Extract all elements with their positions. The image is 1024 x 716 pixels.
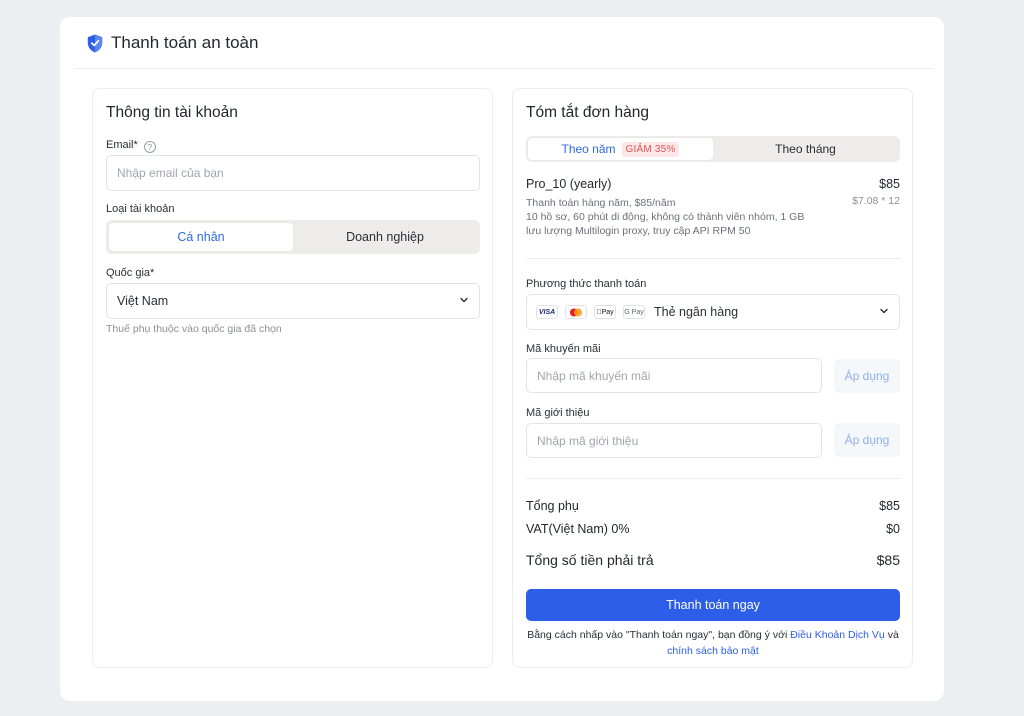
email-label-text: Email* xyxy=(106,139,138,151)
account-type-business[interactable]: Doanh nghiệp xyxy=(293,223,477,251)
terms-prefix: Bằng cách nhấp vào "Thanh toán ngay", bạ… xyxy=(527,629,791,641)
terms-notice: Bằng cách nhấp vào "Thanh toán ngay", bạ… xyxy=(526,627,900,659)
apply-promo-button[interactable]: Áp dụng xyxy=(834,359,900,393)
plan-desc-line: lưu lượng Multilogin proxy, truy cập API… xyxy=(526,225,751,237)
mastercard-icon xyxy=(565,305,587,319)
apply-referral-button[interactable]: Áp dụng xyxy=(834,423,900,457)
plan-monthly-breakdown: $7.08 * 12 xyxy=(852,195,900,207)
vat-value: $0 xyxy=(886,522,900,536)
country-note: Thuế phụ thuộc vào quốc gia đã chọn xyxy=(106,323,282,335)
email-input[interactable] xyxy=(106,155,480,191)
plan-desc-line: Thanh toán hàng năm, $85/năm xyxy=(526,197,676,209)
shield-icon xyxy=(87,34,103,53)
billing-yearly-label: Theo năm xyxy=(561,142,616,156)
country-select[interactable]: Việt Nam xyxy=(106,283,480,319)
chevron-down-icon xyxy=(879,306,889,316)
subtotal-value: $85 xyxy=(879,499,900,513)
subtotal-label: Tổng phụ xyxy=(526,499,579,513)
header-divider xyxy=(74,68,934,69)
billing-monthly[interactable]: Theo tháng xyxy=(713,138,898,160)
checkout-card: Thanh toán an toàn Thông tin tài khoản E… xyxy=(60,17,944,701)
plan-name: Pro_10 (yearly) xyxy=(526,177,612,191)
promo-code-label: Mã khuyến mãi xyxy=(526,343,601,355)
google-pay-icon: G Pay xyxy=(623,305,645,319)
divider xyxy=(526,258,900,259)
plan-price: $85 xyxy=(879,177,900,191)
total-value: $85 xyxy=(876,552,900,568)
pay-now-button[interactable]: Thanh toán ngay xyxy=(526,589,900,621)
apple-pay-text: Pay xyxy=(598,308,614,316)
account-panel: Thông tin tài khoản Email*? Loại tài kho… xyxy=(92,88,493,668)
order-summary-panel: Tóm tắt đơn hàng Theo năm GIẢM 35% Theo … xyxy=(512,88,913,668)
account-panel-title: Thông tin tài khoản xyxy=(106,104,238,121)
apple-pay-icon: Pay xyxy=(594,305,616,319)
chevron-down-icon xyxy=(459,295,469,305)
total-label: Tổng số tiền phải trả xyxy=(526,552,654,568)
billing-yearly[interactable]: Theo năm GIẢM 35% xyxy=(528,138,713,160)
vat-label: VAT(Việt Nam) 0% xyxy=(526,522,630,536)
payment-method-label: Phương thức thanh toán xyxy=(526,278,647,290)
plan-desc-line: 10 hồ sơ, 60 phút di động, không có thàn… xyxy=(526,211,805,223)
country-label: Quốc gia* xyxy=(106,267,155,279)
payment-method-value: Thẻ ngân hàng xyxy=(654,305,739,319)
referral-code-label: Mã giới thiệu xyxy=(526,407,590,419)
terms-and: và xyxy=(884,629,899,641)
page-title: Thanh toán an toàn xyxy=(111,33,259,52)
privacy-policy-link[interactable]: chính sách bảo mật xyxy=(667,645,759,657)
terms-of-service-link[interactable]: Điều Khoản Dịch Vụ xyxy=(790,629,885,641)
header: Thanh toán an toàn xyxy=(60,17,944,69)
promo-code-input[interactable] xyxy=(526,358,822,393)
order-summary-title: Tóm tắt đơn hàng xyxy=(526,104,650,121)
account-type-toggle: Cá nhân Doanh nghiệp xyxy=(106,220,480,254)
country-value: Việt Nam xyxy=(117,294,169,308)
payment-method-select[interactable]: VISA Pay G Pay Thẻ ngân hàng xyxy=(526,294,900,330)
referral-code-input[interactable] xyxy=(526,423,822,458)
email-label: Email*? xyxy=(106,139,156,153)
visa-icon: VISA xyxy=(536,305,558,319)
divider xyxy=(526,478,900,479)
help-icon[interactable]: ? xyxy=(143,141,156,153)
discount-badge: GIẢM 35% xyxy=(621,141,680,157)
account-type-label: Loại tài khoản xyxy=(106,203,175,215)
account-type-personal[interactable]: Cá nhân xyxy=(109,223,293,251)
billing-period-toggle: Theo năm GIẢM 35% Theo tháng xyxy=(526,136,900,162)
